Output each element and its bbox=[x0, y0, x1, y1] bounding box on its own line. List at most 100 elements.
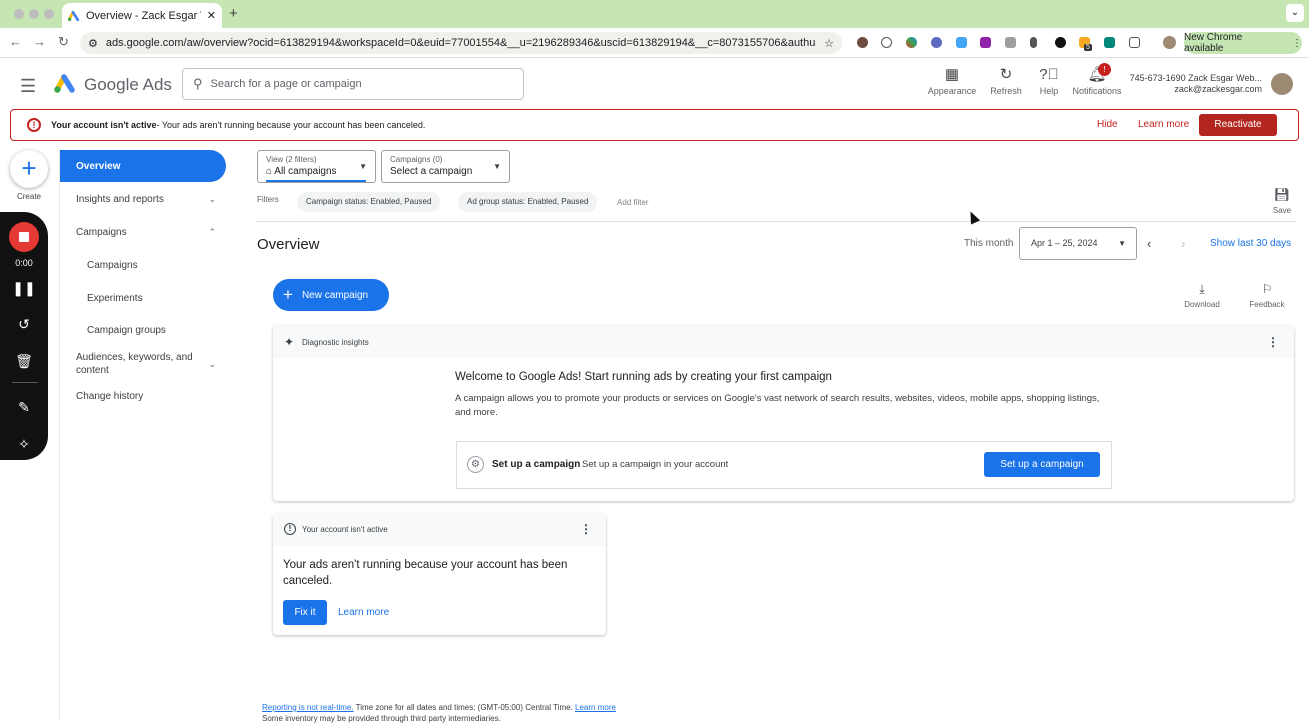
back-icon[interactable]: ← bbox=[9, 34, 22, 49]
download-label: Download bbox=[1184, 300, 1220, 309]
chevron-down-icon: ⌄ bbox=[208, 358, 216, 369]
sidebar-item-experiments[interactable]: Experiments bbox=[60, 282, 226, 314]
sidebar-item-audiences[interactable]: Audiences, keywords, and content ⌄ bbox=[60, 347, 226, 381]
sidebar-item-campaign-groups[interactable]: Campaign groups bbox=[60, 314, 226, 346]
learn-more-link[interactable]: Learn more bbox=[338, 607, 389, 618]
sidebar-item-campaigns-group[interactable]: Campaigns ⌃ bbox=[60, 216, 226, 248]
view-value: All campaigns bbox=[274, 166, 337, 177]
set-up-campaign-button[interactable]: Set up a campaign bbox=[984, 452, 1100, 477]
magic-wand-icon[interactable]: ✧ bbox=[0, 436, 48, 453]
search-input[interactable]: ⚲ Search for a page or campaign bbox=[182, 68, 524, 100]
forward-icon[interactable]: → bbox=[33, 34, 46, 49]
profile-avatar[interactable] bbox=[1163, 36, 1176, 49]
account-name: 745-673-1690 Zack Esgar Web... bbox=[1129, 73, 1262, 83]
reactivate-button[interactable]: Reactivate bbox=[1199, 114, 1277, 136]
filters-label: Filters bbox=[257, 195, 279, 204]
extensions-puzzle-icon[interactable] bbox=[1129, 37, 1140, 48]
pen-icon[interactable]: ✎ bbox=[0, 399, 48, 416]
campaign-status-filter-chip[interactable]: Campaign status: Enabled, Paused bbox=[297, 192, 441, 212]
extension-icon[interactable] bbox=[956, 37, 967, 48]
extension-badge: 5 bbox=[1084, 44, 1092, 51]
tab-search-chevron-icon[interactable]: ⌄ bbox=[1286, 4, 1304, 22]
reload-icon[interactable]: ↻ bbox=[58, 34, 69, 50]
bell-icon: 🔔︎ bbox=[1087, 66, 1107, 83]
campaigns-label: Campaigns (0) bbox=[390, 155, 443, 164]
create-label: Create bbox=[16, 192, 41, 201]
pause-icon[interactable]: ❚❚ bbox=[0, 280, 48, 297]
address-bar[interactable]: ⚙ ads.google.com/aw/overview?ocid=613829… bbox=[80, 32, 842, 54]
date-preset-label: This month bbox=[964, 238, 1014, 249]
extension-icon[interactable] bbox=[1005, 37, 1016, 48]
date-range-value: Apr 1 – 25, 2024 bbox=[1031, 238, 1098, 248]
view-selector[interactable]: View (2 filters) ⌂ All campaigns ▼ bbox=[257, 150, 376, 183]
sidebar-item-campaigns[interactable]: Campaigns bbox=[60, 249, 226, 281]
feedback-icon: ⚐ bbox=[1261, 282, 1273, 296]
extension-icon[interactable] bbox=[1055, 37, 1066, 48]
site-info-icon[interactable]: ⚙ bbox=[88, 37, 98, 50]
gear-icon: ⚙ bbox=[467, 456, 484, 473]
account-info[interactable]: 745-673-1690 Zack Esgar Web... zack@zack… bbox=[1128, 73, 1262, 95]
next-period-icon[interactable]: › bbox=[1181, 236, 1185, 251]
extension-icon[interactable] bbox=[857, 37, 868, 48]
download-button[interactable]: ⤓ Download bbox=[1174, 282, 1230, 309]
trash-icon[interactable]: 🗑︎ bbox=[0, 353, 48, 370]
kebab-menu-icon: ⋮ bbox=[1292, 37, 1302, 49]
view-label: View (2 filters) bbox=[266, 155, 317, 164]
previous-period-icon[interactable]: ‹ bbox=[1147, 236, 1151, 251]
notifications-label: Notifications bbox=[1072, 86, 1122, 96]
save-label: Save bbox=[1272, 206, 1292, 215]
feedback-button[interactable]: ⚐ Feedback bbox=[1239, 282, 1295, 309]
error-icon: ! bbox=[27, 118, 41, 132]
main-menu-icon[interactable]: ☰ bbox=[20, 76, 36, 97]
save-button[interactable]: 💾︎ Save bbox=[1266, 187, 1298, 215]
window-close-button[interactable] bbox=[14, 9, 24, 19]
feedback-label: Feedback bbox=[1249, 300, 1285, 309]
setup-title: Set up a campaign bbox=[492, 459, 581, 470]
download-icon: ⤓ bbox=[1199, 282, 1205, 296]
extension-icon[interactable] bbox=[980, 37, 991, 48]
extension-icon[interactable] bbox=[931, 37, 942, 48]
ad-group-status-filter-chip[interactable]: Ad group status: Enabled, Paused bbox=[458, 192, 598, 212]
card-menu-icon[interactable]: ⋮ bbox=[580, 522, 592, 536]
campaign-selector[interactable]: Campaigns (0) Select a campaign ▼ bbox=[381, 150, 510, 183]
extension-icon[interactable] bbox=[1104, 37, 1115, 48]
welcome-heading: Welcome to Google Ads! Start running ads… bbox=[455, 371, 832, 383]
new-campaign-button[interactable]: + New campaign bbox=[273, 279, 389, 311]
window-minimize-button[interactable] bbox=[29, 9, 39, 19]
notifications-button[interactable]: 🔔︎ Notifications bbox=[1067, 66, 1127, 96]
chrome-update-button[interactable]: New Chrome available ⋮ bbox=[1184, 32, 1302, 54]
create-button[interactable]: + bbox=[10, 150, 48, 188]
extension-icon[interactable] bbox=[906, 37, 917, 48]
sidebar-item-overview[interactable]: Overview bbox=[60, 150, 226, 182]
notification-badge: ! bbox=[1098, 63, 1111, 76]
card-header-label: Diagnostic insights bbox=[302, 338, 369, 347]
info-icon: ! bbox=[284, 523, 296, 535]
show-last-30-days-link[interactable]: Show last 30 days bbox=[1210, 238, 1291, 249]
microphone-icon[interactable] bbox=[1030, 37, 1037, 48]
fix-it-button[interactable]: Fix it bbox=[283, 600, 327, 625]
tab-title: Overview - Zack Esgar Webs bbox=[86, 9, 201, 22]
window-zoom-button[interactable] bbox=[44, 9, 54, 19]
stop-recording-button[interactable] bbox=[9, 222, 39, 252]
sidebar-item-change-history[interactable]: Change history bbox=[60, 380, 226, 412]
footer-learn-more-link[interactable]: Learn more bbox=[575, 703, 616, 712]
save-icon: 💾︎ bbox=[1273, 187, 1291, 202]
appearance-button[interactable]: ▦ Appearance bbox=[922, 66, 982, 96]
bookmark-star-icon[interactable]: ☆ bbox=[824, 37, 834, 50]
sidebar-item-insights[interactable]: Insights and reports ⌄ bbox=[60, 183, 226, 215]
tab-close-icon[interactable]: ✕ bbox=[207, 9, 216, 22]
browser-tab[interactable]: Overview - Zack Esgar Webs ✕ bbox=[62, 3, 222, 28]
restart-icon[interactable]: ↺ bbox=[0, 316, 48, 333]
google-ads-favicon-icon bbox=[68, 10, 80, 21]
hide-link[interactable]: Hide bbox=[1097, 119, 1118, 130]
extension-icon[interactable] bbox=[881, 37, 892, 48]
learn-more-link[interactable]: Learn more bbox=[1138, 119, 1189, 130]
footer-text: Time zone for all dates and times: (GMT-… bbox=[353, 703, 576, 712]
reporting-link[interactable]: Reporting is not real-time. bbox=[262, 703, 354, 712]
banner-text: - Your ads aren't running because your a… bbox=[156, 120, 426, 130]
add-filter-button[interactable]: Add filter bbox=[617, 198, 649, 207]
new-tab-icon[interactable]: + bbox=[229, 5, 238, 22]
date-range-picker[interactable]: Apr 1 – 25, 2024 ▼ bbox=[1019, 227, 1137, 260]
avatar[interactable] bbox=[1271, 73, 1293, 95]
card-menu-icon[interactable]: ⋮ bbox=[1267, 335, 1279, 349]
